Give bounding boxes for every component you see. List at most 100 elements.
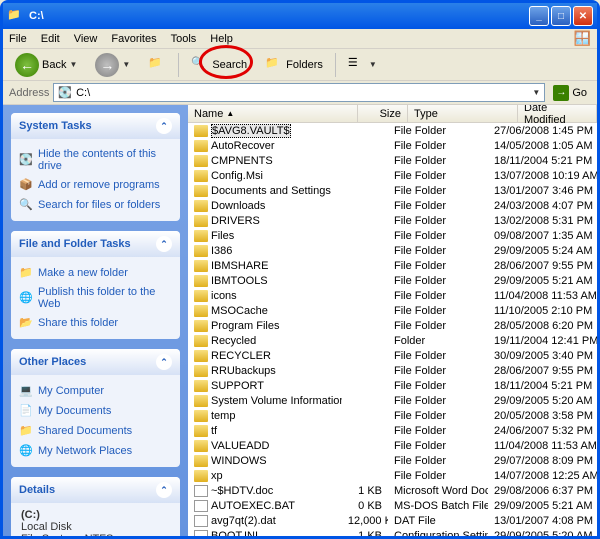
file-row[interactable]: tempFile Folder20/05/2008 3:58 PM (188, 408, 597, 423)
views-dropdown-icon[interactable]: ▼ (369, 60, 377, 69)
file-row[interactable]: IBMSHAREFile Folder28/06/2007 9:55 PM (188, 258, 597, 273)
file-row[interactable]: WINDOWSFile Folder29/07/2008 8:09 PM (188, 453, 597, 468)
other-places-header[interactable]: Other Places ⌃ (11, 349, 180, 375)
back-button[interactable]: ← Back ▼ (9, 51, 83, 79)
forward-button[interactable]: → ▼ (89, 51, 136, 79)
file-list[interactable]: $AVG8.VAULT$File Folder27/06/2008 1:45 P… (188, 123, 597, 536)
file-row[interactable]: FilesFile Folder09/08/2007 1:35 AM (188, 228, 597, 243)
file-folder-tasks-header[interactable]: File and Folder Tasks ⌃ (11, 231, 180, 257)
menu-view[interactable]: View (74, 33, 98, 45)
up-button[interactable]: 📁 (142, 54, 172, 76)
folder-icon (194, 380, 208, 392)
file-row[interactable]: Config.MsiFile Folder13/07/2008 10:19 AM (188, 168, 597, 183)
file-row[interactable]: iconsFile Folder11/04/2008 11:53 AM (188, 288, 597, 303)
publish-folder-link[interactable]: 🌐Publish this folder to the Web (19, 283, 172, 313)
collapse-icon[interactable]: ⌃ (156, 118, 172, 134)
shared-documents-link[interactable]: 📁Shared Documents (19, 421, 172, 441)
minimize-button[interactable]: _ (529, 6, 549, 26)
go-button[interactable]: → Go (549, 84, 591, 102)
file-row[interactable]: VALUEADDFile Folder11/04/2008 11:53 AM (188, 438, 597, 453)
collapse-icon[interactable]: ⌃ (156, 482, 172, 498)
documents-icon: 📄 (19, 404, 33, 418)
sidebar: System Tasks ⌃ 💽Hide the contents of thi… (3, 105, 188, 536)
file-row[interactable]: BOOT.INI1 KBConfiguration Settings29/09/… (188, 528, 597, 536)
menu-favorites[interactable]: Favorites (111, 33, 156, 45)
address-dropdown-icon[interactable]: ▼ (532, 88, 540, 97)
my-documents-link[interactable]: 📄My Documents (19, 401, 172, 421)
file-row[interactable]: System Volume InformationFile Folder29/0… (188, 393, 597, 408)
menu-help[interactable]: Help (210, 33, 233, 45)
file-row[interactable]: SUPPORTFile Folder18/11/2004 5:21 PM (188, 378, 597, 393)
hide-contents-link[interactable]: 💽Hide the contents of this drive (19, 145, 172, 175)
file-row[interactable]: I386File Folder29/09/2005 5:24 AM (188, 243, 597, 258)
menu-tools[interactable]: Tools (171, 33, 197, 45)
file-date: 30/09/2005 3:40 PM (488, 350, 597, 362)
file-name: IBMSHARE (211, 260, 268, 272)
file-date: 29/09/2005 5:21 AM (488, 275, 597, 287)
file-row[interactable]: MSOCacheFile Folder11/10/2005 2:10 PM (188, 303, 597, 318)
file-date: 24/03/2008 4:07 PM (488, 200, 597, 212)
file-date: 28/05/2008 6:20 PM (488, 320, 597, 332)
file-row[interactable]: Program FilesFile Folder28/05/2008 6:20 … (188, 318, 597, 333)
folder-icon (194, 455, 208, 467)
folder-icon (194, 275, 208, 287)
back-dropdown-icon[interactable]: ▼ (69, 60, 77, 69)
network-places-link[interactable]: 🌐My Network Places (19, 441, 172, 461)
col-size[interactable]: Size (358, 105, 408, 122)
panel-title: Details (19, 484, 55, 496)
file-row[interactable]: CMPNENTSFile Folder18/11/2004 5:21 PM (188, 153, 597, 168)
folder-icon (194, 155, 208, 167)
file-row[interactable]: AutoRecoverFile Folder14/05/2008 1:05 AM (188, 138, 597, 153)
search-icon: 🔍 (19, 198, 33, 212)
collapse-icon[interactable]: ⌃ (156, 236, 172, 252)
make-folder-link[interactable]: 📁Make a new folder (19, 263, 172, 283)
search-button[interactable]: 🔍 Search (185, 54, 253, 76)
collapse-icon[interactable]: ⌃ (156, 354, 172, 370)
file-row[interactable]: Documents and SettingsFile Folder13/01/2… (188, 183, 597, 198)
views-icon: ☰ (348, 56, 366, 74)
file-type: File Folder (388, 185, 488, 197)
file-type: File Folder (388, 170, 488, 182)
file-type: File Folder (388, 215, 488, 227)
file-row[interactable]: avg7qt(2).dat12,000 KBDAT File13/01/2007… (188, 513, 597, 528)
forward-dropdown-icon[interactable]: ▼ (122, 60, 130, 69)
search-files-link[interactable]: 🔍Search for files or folders (19, 195, 172, 215)
col-name[interactable]: Name ▲ (188, 105, 358, 122)
file-row[interactable]: RECYCLERFile Folder30/09/2005 3:40 PM (188, 348, 597, 363)
system-tasks-header[interactable]: System Tasks ⌃ (11, 113, 180, 139)
file-date: 13/01/2007 3:46 PM (488, 185, 597, 197)
file-name: Downloads (211, 200, 265, 212)
close-button[interactable]: ✕ (573, 6, 593, 26)
address-input[interactable]: 💽 C:\ ▼ (53, 83, 545, 102)
details-header[interactable]: Details ⌃ (11, 477, 180, 503)
menu-file[interactable]: File (9, 33, 27, 45)
file-row[interactable]: ~$HDTV.doc1 KBMicrosoft Word Doc...29/08… (188, 483, 597, 498)
app-icon: 📁 (7, 8, 23, 24)
file-row[interactable]: xpFile Folder14/07/2008 12:25 AM (188, 468, 597, 483)
titlebar[interactable]: 📁 C:\ _ □ ✕ (3, 3, 597, 29)
folder-icon (194, 245, 208, 257)
menu-edit[interactable]: Edit (41, 33, 60, 45)
file-row[interactable]: RecycledFolder19/11/2004 12:41 PM (188, 333, 597, 348)
file-row[interactable]: DownloadsFile Folder24/03/2008 4:07 PM (188, 198, 597, 213)
file-row[interactable]: RRUbackupsFile Folder28/06/2007 9:55 PM (188, 363, 597, 378)
computer-icon: 💻 (19, 384, 33, 398)
windows-flag-icon: 🪟 (574, 30, 591, 47)
add-remove-programs-link[interactable]: 📦Add or remove programs (19, 175, 172, 195)
file-row[interactable]: IBMTOOLSFile Folder29/09/2005 5:21 AM (188, 273, 597, 288)
file-row[interactable]: $AVG8.VAULT$File Folder27/06/2008 1:45 P… (188, 123, 597, 138)
folder-icon (194, 230, 208, 242)
views-button[interactable]: ☰ ▼ (342, 54, 383, 76)
file-icon (194, 515, 208, 527)
my-computer-link[interactable]: 💻My Computer (19, 381, 172, 401)
folders-button[interactable]: 📁 Folders (259, 54, 329, 76)
col-type[interactable]: Type (408, 105, 518, 122)
maximize-button[interactable]: □ (551, 6, 571, 26)
file-row[interactable]: tfFile Folder24/06/2007 5:32 PM (188, 423, 597, 438)
file-row[interactable]: DRIVERSFile Folder13/02/2008 5:31 PM (188, 213, 597, 228)
share-folder-link[interactable]: 📂Share this folder (19, 313, 172, 333)
drive-icon: 💽 (58, 86, 72, 99)
shared-icon: 📁 (19, 424, 33, 438)
file-row[interactable]: AUTOEXEC.BAT0 KBMS-DOS Batch File29/09/2… (188, 498, 597, 513)
col-date[interactable]: Date Modified (518, 105, 597, 122)
